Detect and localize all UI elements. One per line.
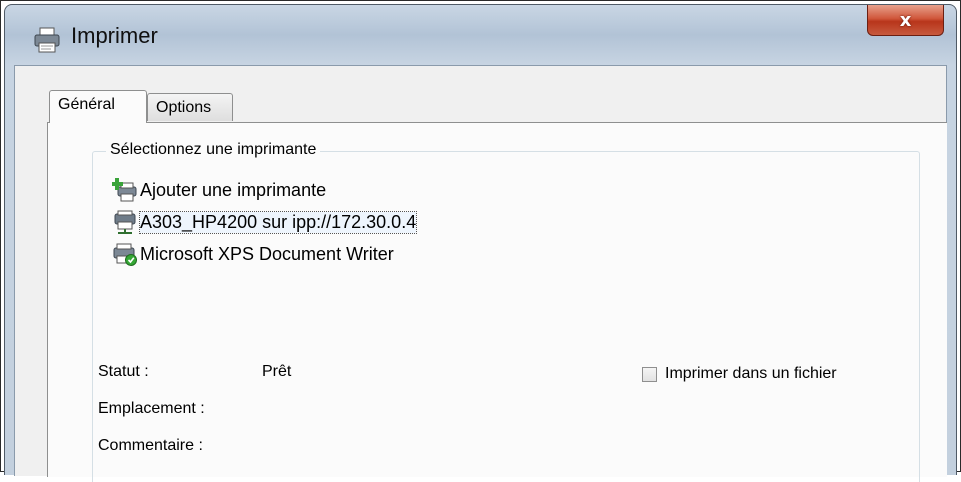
printer-selection-label: Sélectionnez une imprimante <box>106 141 321 159</box>
printer-list-item-a303-hp4200[interactable]: A303_HP4200 sur ipp://172.30.0.4 <box>112 209 418 235</box>
print-to-file-checkbox[interactable] <box>642 366 657 382</box>
comment-label: Commentaire : <box>98 437 203 454</box>
tab-options[interactable]: Options <box>147 93 233 121</box>
printer-list-item-xps-writer[interactable]: Microsoft XPS Document Writer <box>112 241 394 267</box>
printer-list-item-label: A303_HP4200 sur ipp://172.30.0.4 <box>138 210 418 234</box>
default-printer-icon <box>113 243 137 266</box>
printer-list-item-label: Ajouter une imprimante <box>140 179 327 200</box>
location-label: Emplacement : <box>98 400 205 417</box>
close-button[interactable]: x <box>867 5 944 36</box>
print-to-file-label: Imprimer dans un fichier <box>665 365 837 382</box>
printer-list-item-label: Microsoft XPS Document Writer <box>140 243 394 264</box>
status-label: Statut : <box>98 363 149 380</box>
window-title: Imprimer <box>71 23 158 48</box>
printer-icon <box>34 27 60 53</box>
general-tab-panel: Sélectionnez une imprimante Ajouter une … <box>47 122 947 482</box>
close-icon: x <box>899 9 912 31</box>
add-printer-icon <box>112 178 137 202</box>
dialog-client-area: Général Options Sélectionnez une imprima… <box>14 65 947 482</box>
network-printer-icon <box>114 210 136 234</box>
tab-general[interactable]: Général <box>49 90 147 123</box>
title-bar[interactable]: Imprimer x <box>5 5 956 65</box>
print-to-file-option[interactable]: Imprimer dans un fichier <box>642 365 837 383</box>
status-value: Prêt <box>262 363 292 380</box>
print-dialog: Imprimer x Général Options Sélectionnez … <box>4 4 957 482</box>
printer-list-item-add[interactable]: Ajouter une imprimante <box>112 177 326 203</box>
